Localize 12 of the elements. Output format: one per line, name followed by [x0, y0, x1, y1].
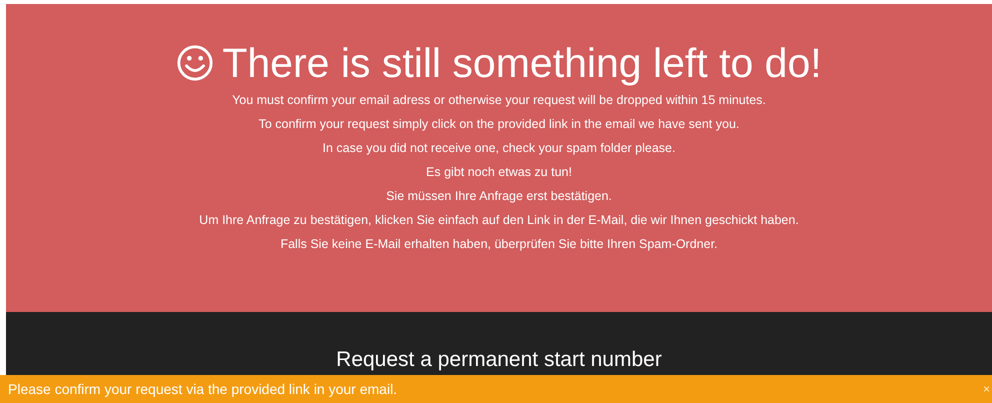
notice-title: There is still something left to do! [222, 40, 822, 86]
notice-text: Es gibt noch etwas zu tun! [426, 164, 572, 181]
close-button[interactable]: × [980, 382, 992, 396]
smiley-icon [176, 44, 214, 82]
notice-text: Sie müssen Ihre Anfrage erst bestätigen. [386, 188, 612, 205]
notice-text: Um Ihre Anfrage zu bestätigen, klicken Sie einfach auf den Link in der E-Mail, die wir Ihnen geschickt haben. [199, 212, 799, 229]
notice-text: You must confirm your email adress or otherwise your request will be dropped within 15 minutes. [232, 92, 766, 109]
notice-text: In case you did not receive one, check your spam folder please. [322, 140, 676, 157]
notice-text: To confirm your request simply click on the provided link in the email we have sent you. [258, 116, 740, 133]
notice-text: Falls Sie keine E-Mail erhalten haben, überprüfen Sie bitte Ihren Spam-Ordner. [280, 236, 718, 253]
alert-message: Please confirm your request via the provided link in your email. [8, 381, 398, 397]
section-title: Request a permanent start number [336, 348, 662, 372]
